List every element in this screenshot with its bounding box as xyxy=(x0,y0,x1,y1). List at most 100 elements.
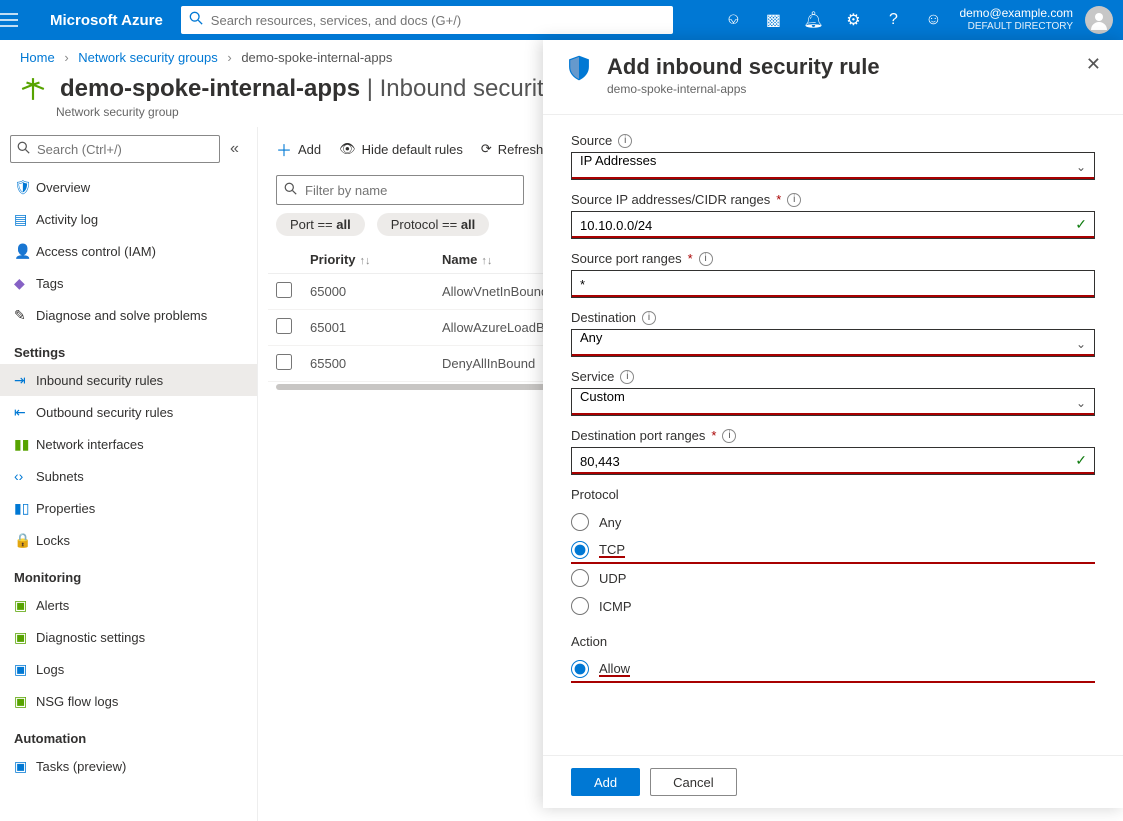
hide-default-rules-button[interactable]: 👁Hide default rules xyxy=(339,141,463,157)
sidebar-item-logs[interactable]: ▣Logs xyxy=(0,653,257,685)
sidebar-item-locks[interactable]: 🔒Locks xyxy=(0,524,257,556)
sidebar-group-monitoring: Monitoring xyxy=(0,556,257,589)
info-icon[interactable]: i xyxy=(787,193,801,207)
info-icon[interactable]: i xyxy=(722,429,736,443)
sidebar-item-tags[interactable]: ◆Tags xyxy=(0,267,257,299)
cell-priority: 65001 xyxy=(310,320,442,335)
sidebar-search-input[interactable] xyxy=(10,135,220,163)
info-icon[interactable]: i xyxy=(620,370,634,384)
side-icon: ⇥ xyxy=(14,372,36,389)
refresh-button[interactable]: ⟳Refresh xyxy=(481,141,543,157)
sidebar-item-label: Activity log xyxy=(36,212,98,227)
sort-icon[interactable]: ↑↓ xyxy=(360,255,371,267)
sidebar-item-label: Subnets xyxy=(36,469,84,484)
sidebar-item-label: NSG flow logs xyxy=(36,694,118,709)
service-select[interactable]: Custom⌄ xyxy=(571,388,1095,416)
collapse-sidebar-icon[interactable]: « xyxy=(230,140,239,158)
panel-context: demo-spoke-internal-apps xyxy=(607,82,880,96)
sidebar-item-tasks-preview-[interactable]: ▣Tasks (preview) xyxy=(0,750,257,782)
cell-priority: 65500 xyxy=(310,356,442,371)
hide-icon: 👁 xyxy=(339,141,356,157)
sidebar-item-label: Tags xyxy=(36,276,63,291)
side-icon: ▣ xyxy=(14,758,36,775)
sidebar-item-label: Inbound security rules xyxy=(36,373,163,388)
chevron-down-icon: ⌄ xyxy=(1076,337,1086,351)
chevron-down-icon: ⌄ xyxy=(1076,160,1086,174)
sidebar-item-overview[interactable]: 🛡Overview xyxy=(0,171,257,203)
add-rule-panel: Add inbound security rule demo-spoke-int… xyxy=(543,40,1123,808)
destination-select[interactable]: Any⌄ xyxy=(571,329,1095,357)
sidebar-item-label: Tasks (preview) xyxy=(36,759,126,774)
row-checkbox[interactable] xyxy=(276,354,292,370)
crumb-nsg-list[interactable]: Network security groups xyxy=(78,50,217,65)
cell-name: AllowVnetInBound xyxy=(442,284,548,299)
hamburger-icon[interactable] xyxy=(0,13,44,27)
sidebar-item-diagnostic-settings[interactable]: ▣Diagnostic settings xyxy=(0,621,257,653)
account-block[interactable]: demo@example.com DEFAULT DIRECTORY xyxy=(953,6,1079,34)
close-icon[interactable]: ✕ xyxy=(1086,54,1101,96)
sidebar-item-label: Overview xyxy=(36,180,90,195)
side-icon: 👤 xyxy=(14,243,36,260)
page-title-suffix: | Inbound security xyxy=(360,75,556,102)
panel-add-button[interactable]: Add xyxy=(571,768,640,796)
protocol-radio-any[interactable]: Any xyxy=(571,508,1095,536)
action-radio-allow[interactable]: Allow xyxy=(571,655,1095,683)
protocol-radio-udp[interactable]: UDP xyxy=(571,564,1095,592)
source-ip-input[interactable] xyxy=(571,211,1095,239)
info-icon[interactable]: i xyxy=(618,134,632,148)
search-icon xyxy=(284,182,297,195)
sidebar-item-nsg-flow-logs[interactable]: ▣NSG flow logs xyxy=(0,685,257,717)
sort-icon[interactable]: ↑↓ xyxy=(481,255,492,267)
global-search-input[interactable] xyxy=(181,6,673,34)
help-icon[interactable]: ? xyxy=(873,11,913,29)
add-button[interactable]: ＋Add xyxy=(276,137,321,161)
filter-input[interactable] xyxy=(276,175,524,205)
pill-protocol[interactable]: Protocol == all xyxy=(377,213,490,236)
topbar: Microsoft Azure ⎉ ▩ 🔔︎ ⚙ ? ☺ demo@exampl… xyxy=(0,0,1123,40)
dest-port-input[interactable] xyxy=(571,447,1095,475)
nsg-icon xyxy=(20,76,46,102)
source-port-input[interactable] xyxy=(571,270,1095,298)
side-icon: ▣ xyxy=(14,629,36,646)
panel-title: Add inbound security rule xyxy=(607,54,880,80)
sidebar-item-alerts[interactable]: ▣Alerts xyxy=(0,589,257,621)
sidebar-item-label: Network interfaces xyxy=(36,437,144,452)
account-email: demo@example.com xyxy=(959,6,1073,20)
info-icon[interactable]: i xyxy=(642,311,656,325)
panel-cancel-button[interactable]: Cancel xyxy=(650,768,736,796)
pill-port[interactable]: Port == all xyxy=(276,213,365,236)
row-checkbox[interactable] xyxy=(276,282,292,298)
directories-icon[interactable]: ▩ xyxy=(753,10,793,30)
side-icon: ‹› xyxy=(14,468,36,484)
sidebar-item-label: Locks xyxy=(36,533,70,548)
sidebar-item-outbound-security-rules[interactable]: ⇤Outbound security rules xyxy=(0,396,257,428)
sidebar-item-inbound-security-rules[interactable]: ⇥Inbound security rules xyxy=(0,364,257,396)
row-checkbox[interactable] xyxy=(276,318,292,334)
shield-icon xyxy=(565,54,593,96)
sidebar-item-label: Logs xyxy=(36,662,64,677)
crumb-home[interactable]: Home xyxy=(20,50,55,65)
sidebar-item-network-interfaces[interactable]: ▮▮Network interfaces xyxy=(0,428,257,460)
search-icon xyxy=(17,141,30,154)
cloud-shell-icon[interactable]: ⎉ xyxy=(713,11,753,29)
sidebar-group-automation: Automation xyxy=(0,717,257,750)
sidebar-item-label: Properties xyxy=(36,501,95,516)
sidebar-item-label: Outbound security rules xyxy=(36,405,173,420)
feedback-icon[interactable]: ☺ xyxy=(913,11,953,29)
sidebar-item-subnets[interactable]: ‹›Subnets xyxy=(0,460,257,492)
side-icon: ▣ xyxy=(14,661,36,678)
protocol-radio-tcp[interactable]: TCP xyxy=(571,536,1095,564)
sidebar-item-activity-log[interactable]: ▤Activity log xyxy=(0,203,257,235)
source-select[interactable]: IP Addresses⌄ xyxy=(571,152,1095,180)
notifications-icon[interactable]: 🔔︎ xyxy=(793,10,833,30)
side-icon: ▤ xyxy=(14,211,36,228)
brand[interactable]: Microsoft Azure xyxy=(44,12,181,29)
sidebar-item-properties[interactable]: ▮▯Properties xyxy=(0,492,257,524)
settings-icon[interactable]: ⚙ xyxy=(833,10,873,30)
protocol-radio-icmp[interactable]: ICMP xyxy=(571,592,1095,620)
cell-name: DenyAllInBound xyxy=(442,356,535,371)
sidebar-item-access-control-iam-[interactable]: 👤Access control (IAM) xyxy=(0,235,257,267)
avatar[interactable] xyxy=(1085,6,1113,34)
sidebar-item-diagnose-and-solve-problems[interactable]: ✎Diagnose and solve problems xyxy=(0,299,257,331)
info-icon[interactable]: i xyxy=(699,252,713,266)
